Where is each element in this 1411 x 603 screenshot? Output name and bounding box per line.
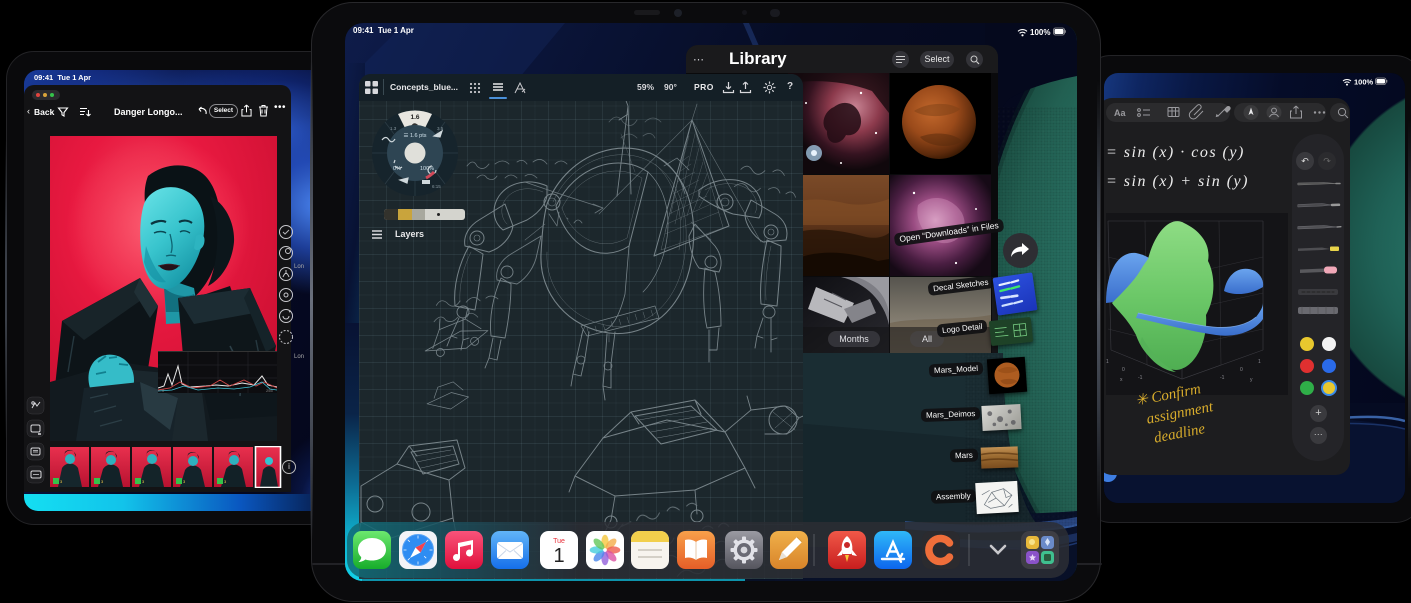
svg-text:3.5: 3.5 <box>437 126 444 131</box>
svg-text:100%: 100% <box>420 166 434 172</box>
svg-text:Months: Months <box>839 334 869 344</box>
svg-text:1: 1 <box>1258 359 1261 365</box>
svg-text:☰ 1.6 pts: ☰ 1.6 pts <box>404 132 427 139</box>
svg-text:All: All <box>922 334 932 344</box>
svg-text:Aa: Aa <box>1114 108 1126 118</box>
svg-text:0: 0 <box>1122 367 1125 373</box>
svg-text:1: 1 <box>1106 359 1109 365</box>
svg-text:1.6: 1.6 <box>410 114 419 121</box>
svg-text:6:15: 6:15 <box>432 184 441 189</box>
svg-text:-1: -1 <box>1138 375 1143 381</box>
svg-text:100%: 100% <box>1354 78 1374 87</box>
svg-text:Tue: Tue <box>553 538 565 545</box>
svg-text:1.3: 1.3 <box>390 126 397 131</box>
svg-text:255: 255 <box>266 388 273 393</box>
svg-text:1: 1 <box>553 545 564 567</box>
svg-text:0%: 0% <box>393 166 401 172</box>
svg-text:100%: 100% <box>1030 28 1050 37</box>
